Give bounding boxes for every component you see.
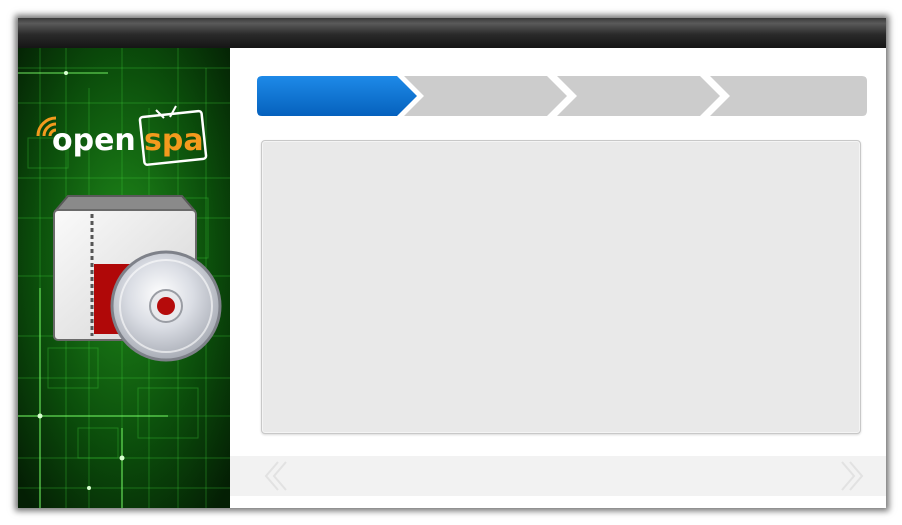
package-installer-disc-icon xyxy=(53,195,222,362)
step-2[interactable] xyxy=(404,76,567,116)
wizard-steps xyxy=(257,76,867,116)
chevron-right-double-icon[interactable] xyxy=(836,460,868,492)
sidebar: open spa xyxy=(18,48,230,508)
installer-window: open spa xyxy=(18,18,886,508)
wizard-content xyxy=(230,48,886,508)
step-4[interactable] xyxy=(710,76,867,116)
step-1[interactable] xyxy=(257,76,417,116)
logo-text-spa: spa xyxy=(144,123,204,158)
chevron-left-double-icon[interactable] xyxy=(260,460,292,492)
title-bar[interactable] xyxy=(18,18,886,48)
step-3[interactable] xyxy=(557,76,720,116)
wizard-panel xyxy=(261,140,861,434)
wizard-footer xyxy=(230,456,886,496)
logo-text-open: open xyxy=(52,123,136,158)
openspa-logo: open spa xyxy=(36,105,208,166)
